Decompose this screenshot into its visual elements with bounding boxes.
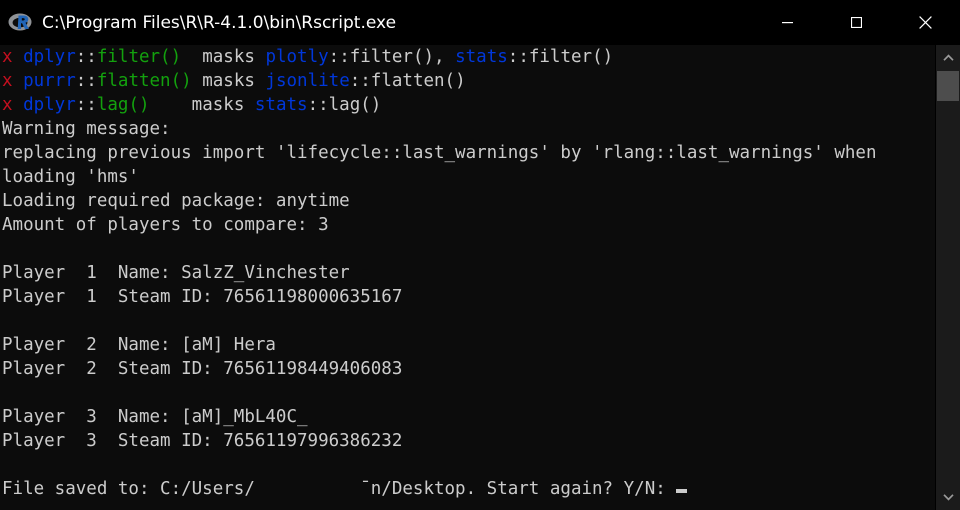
close-button[interactable] bbox=[891, 0, 960, 45]
console-line-player-1-name: Player 1 Name: SalzZ_Vinchester bbox=[2, 261, 935, 285]
console-line-conflict-dplyr-filter: x dplyr::filter() masks plotly::filter()… bbox=[2, 45, 935, 69]
console-text: Player 1 Steam ID: 76561198000635167 bbox=[2, 287, 403, 307]
console-line-player-2-steamid: Player 2 Steam ID: 76561198449406083 bbox=[2, 357, 935, 381]
console-line-blank-1 bbox=[2, 237, 935, 261]
console-text: File saved to: C:/Users/ bbox=[2, 479, 255, 499]
scroll-down-button[interactable] bbox=[936, 484, 960, 510]
vertical-scrollbar[interactable] bbox=[935, 45, 960, 510]
console-text: :: bbox=[75, 47, 97, 67]
console-text: purrr bbox=[23, 71, 76, 91]
console-text: ::filter(), bbox=[328, 47, 456, 67]
console-line-warning-body-1: replacing previous import 'lifecycle::la… bbox=[2, 141, 935, 165]
console-line-blank-4 bbox=[2, 453, 935, 477]
console-text: Player 3 Steam ID: 76561197996386232 bbox=[2, 431, 403, 451]
scrollbar-thumb[interactable] bbox=[937, 71, 959, 101]
console-text: ::flatten() bbox=[349, 71, 466, 91]
console-text: :: bbox=[75, 95, 97, 115]
console-text: x bbox=[2, 95, 24, 115]
console-text: x bbox=[2, 71, 24, 91]
console-text: Warning message: bbox=[2, 119, 171, 139]
console-text: Loading required package: anytime bbox=[2, 191, 350, 211]
maximize-button[interactable] bbox=[822, 0, 891, 45]
scrollbar-track[interactable] bbox=[936, 71, 960, 484]
console-line-loading-package: Loading required package: anytime bbox=[2, 189, 935, 213]
window-title: C:\Program Files\R\R-4.1.0\bin\Rscript.e… bbox=[42, 12, 397, 33]
console-text: ˉn/Desktop. Start again? Y/N: bbox=[360, 479, 677, 499]
console-area: x dplyr::filter() masks plotly::filter()… bbox=[0, 45, 960, 510]
console-text: :: bbox=[75, 71, 97, 91]
console-text: Amount of players to compare: 3 bbox=[2, 215, 329, 235]
scroll-up-button[interactable] bbox=[936, 45, 960, 71]
console-line-player-3-steamid: Player 3 Steam ID: 76561197996386232 bbox=[2, 429, 935, 453]
console-text: filter() bbox=[96, 47, 182, 67]
console-text: jsonlite bbox=[265, 71, 350, 91]
console-line-player-1-steamid: Player 1 Steam ID: 76561198000635167 bbox=[2, 285, 935, 309]
console-text: plotly bbox=[265, 47, 329, 67]
console-line-conflict-dplyr-lag: x dplyr::lag() masks stats::lag() bbox=[2, 93, 935, 117]
console-text: replacing previous import 'lifecycle::la… bbox=[2, 143, 877, 163]
console-text: Player 2 Name: [aM] Hera bbox=[2, 335, 276, 355]
console-line-blank-3 bbox=[2, 381, 935, 405]
text-cursor bbox=[676, 489, 688, 493]
console-text: stats bbox=[455, 47, 508, 67]
console-text: stats bbox=[254, 95, 308, 115]
window-controls bbox=[753, 0, 960, 45]
console-text: flatten() bbox=[96, 71, 192, 91]
console-text: lag() bbox=[96, 95, 150, 115]
console-text: Player 1 Name: SalzZ_Vinchester bbox=[2, 263, 350, 283]
console-line-warning-body-2: loading 'hms' bbox=[2, 165, 935, 189]
console-text: masks bbox=[181, 47, 266, 67]
console-text: x bbox=[2, 47, 24, 67]
console-text: ::lag() bbox=[307, 95, 382, 115]
terminal-output[interactable]: x dplyr::filter() masks plotly::filter()… bbox=[0, 45, 935, 510]
console-line-warning-header: Warning message: bbox=[2, 117, 935, 141]
minimize-button[interactable] bbox=[753, 0, 822, 45]
title-bar[interactable]: C:\Program Files\R\R-4.1.0\bin\Rscript.e… bbox=[0, 0, 960, 45]
console-line-player-2-name: Player 2 Name: [aM] Hera bbox=[2, 333, 935, 357]
console-line-file-saved-prompt: File saved to: C:/Users/ ˉn/Desktop. Sta… bbox=[2, 477, 935, 501]
console-text: dplyr bbox=[23, 95, 76, 115]
console-text: Player 2 Steam ID: 76561198449406083 bbox=[2, 359, 403, 379]
console-text: Player 3 Name: [aM]_MbL40C_ bbox=[2, 407, 308, 427]
console-text: dplyr bbox=[23, 47, 76, 67]
console-text: masks bbox=[149, 95, 255, 115]
console-line-player-3-name: Player 3 Name: [aM]_MbL40C_ bbox=[2, 405, 935, 429]
console-text: masks bbox=[191, 71, 266, 91]
console-line-amount-of-players: Amount of players to compare: 3 bbox=[2, 213, 935, 237]
console-line-blank-2 bbox=[2, 309, 935, 333]
console-text: loading 'hms' bbox=[2, 167, 139, 187]
console-line-conflict-purrr-flatten: x purrr::flatten() masks jsonlite::flatt… bbox=[2, 69, 935, 93]
console-text: ::filter() bbox=[507, 47, 614, 67]
r-logo-icon bbox=[7, 10, 33, 36]
title-bar-left: C:\Program Files\R\R-4.1.0\bin\Rscript.e… bbox=[0, 10, 753, 36]
rscript-console-window: C:\Program Files\R\R-4.1.0\bin\Rscript.e… bbox=[0, 0, 960, 510]
